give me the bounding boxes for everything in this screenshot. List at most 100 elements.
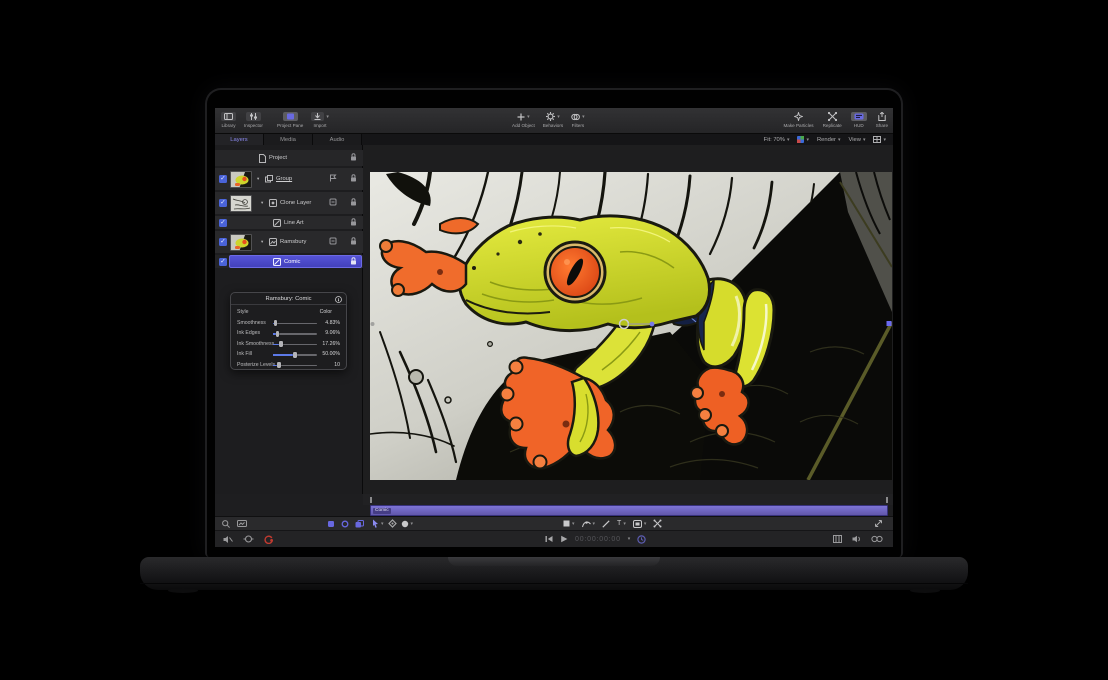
bezier-icon bbox=[582, 520, 591, 528]
layer-row-line-art[interactable]: ✓ Line Art bbox=[215, 216, 363, 229]
layer-row-project[interactable]: Project bbox=[215, 150, 363, 166]
lock-icon[interactable] bbox=[350, 257, 357, 267]
lock-icon[interactable] bbox=[350, 237, 357, 247]
video-timeline-toggle-icon[interactable] bbox=[833, 535, 842, 543]
hud-button[interactable]: HUD bbox=[851, 108, 867, 128]
visibility-checkbox[interactable]: ✓ bbox=[219, 219, 227, 227]
mini-timeline-clip[interactable]: Comic bbox=[370, 505, 888, 516]
disclosure-triangle[interactable]: ▾ bbox=[257, 176, 259, 182]
canvas-artwork[interactable] bbox=[370, 172, 892, 480]
layer-row-ramsbury[interactable]: ✓ ▾ Ramsbury bbox=[215, 231, 363, 253]
motion-app-window: Library Inspector Project Pane bbox=[215, 108, 893, 547]
keyframes-toggle-icon[interactable] bbox=[871, 535, 883, 543]
pan-tool[interactable]: ▾ bbox=[401, 520, 414, 528]
flag-icon[interactable] bbox=[329, 174, 337, 184]
mask-tool[interactable]: ▾ bbox=[633, 520, 647, 528]
lock-icon[interactable] bbox=[350, 218, 357, 228]
ink-smoothness-slider[interactable] bbox=[273, 344, 317, 346]
timecode-menu-chevron[interactable]: ▾ bbox=[628, 536, 631, 542]
media-filter-icon[interactable] bbox=[341, 520, 349, 528]
visibility-checkbox[interactable]: ✓ bbox=[219, 199, 227, 207]
shape-tool[interactable]: ▾ bbox=[563, 520, 575, 527]
posterize-levels-slider[interactable] bbox=[273, 365, 317, 367]
behaviors-button[interactable]: ▾ Behaviors bbox=[543, 108, 563, 128]
rectangle-icon bbox=[563, 520, 570, 527]
previous-frame-button[interactable] bbox=[545, 535, 553, 543]
text-tool[interactable]: T▾ bbox=[617, 520, 626, 527]
canvas-status-bar: Fit: 70%▾ ▾ Render▾ View▾ ▾ bbox=[362, 134, 893, 145]
visibility-checkbox[interactable]: ✓ bbox=[219, 258, 227, 266]
layer-thumbnail bbox=[230, 234, 252, 251]
info-icon[interactable] bbox=[335, 296, 342, 305]
hud-row-ink-edges: Ink Edges 9.06% bbox=[231, 328, 346, 338]
channels-control[interactable]: ▾ bbox=[797, 136, 809, 143]
resize-handle[interactable] bbox=[874, 517, 883, 530]
visibility-checkbox[interactable]: ✓ bbox=[219, 175, 227, 183]
lock-icon[interactable] bbox=[350, 153, 357, 163]
layer-row-clone-layer[interactable]: ✓ ▾ Clone Layer bbox=[215, 192, 363, 214]
style-popup[interactable]: Color bbox=[320, 309, 332, 315]
project-pane-button[interactable]: Project Pane bbox=[277, 108, 303, 128]
group-icon bbox=[265, 175, 273, 183]
disclosure-triangle[interactable]: ▾ bbox=[261, 239, 263, 245]
main-toolbar: Library Inspector Project Pane bbox=[215, 108, 893, 134]
add-object-button[interactable]: ▾ Add Object bbox=[512, 108, 535, 128]
clip-label: Comic bbox=[373, 508, 391, 514]
share-button[interactable]: Share bbox=[876, 108, 888, 128]
gear-icon bbox=[546, 112, 555, 121]
view-menu[interactable]: View▾ bbox=[849, 137, 866, 143]
project-icon bbox=[259, 154, 266, 163]
crop-tool-icon[interactable] bbox=[388, 519, 397, 528]
layer-row-comic[interactable]: ✓ Comic bbox=[215, 255, 363, 268]
audio-mute-icon[interactable] bbox=[223, 535, 233, 544]
play-range-out-marker[interactable] bbox=[886, 497, 888, 503]
line-tool-icon[interactable] bbox=[602, 520, 610, 528]
smoothness-slider[interactable] bbox=[273, 323, 317, 325]
chevron-down-icon: ▾ bbox=[582, 114, 585, 120]
make-particles-button[interactable]: Make Particles bbox=[783, 108, 813, 128]
selection-handle[interactable] bbox=[887, 321, 892, 326]
adjust-3d-tool-icon[interactable] bbox=[653, 519, 662, 528]
canvas-area[interactable] bbox=[363, 145, 893, 494]
visibility-checkbox[interactable]: ✓ bbox=[219, 238, 227, 246]
tab-media[interactable]: Media bbox=[264, 134, 313, 145]
layer-row-group[interactable]: ✓ ▾ Group bbox=[215, 168, 363, 190]
import-button[interactable]: ▾ Import bbox=[311, 108, 329, 128]
audio-filter-icon[interactable] bbox=[355, 520, 364, 528]
image-layer-icon bbox=[269, 238, 277, 246]
preview-toggle-button[interactable] bbox=[237, 517, 247, 530]
timecode-display[interactable]: 00:00:00:00 bbox=[575, 536, 621, 543]
library-button[interactable]: Library bbox=[221, 108, 236, 128]
plus-icon bbox=[517, 113, 525, 121]
audio-timeline-toggle-icon[interactable] bbox=[852, 535, 861, 543]
record-button-icon[interactable] bbox=[264, 535, 273, 544]
ink-fill-slider[interactable] bbox=[273, 354, 317, 356]
layers-filter-icon[interactable] bbox=[327, 520, 335, 528]
lock-icon[interactable] bbox=[350, 198, 357, 208]
timing-toolbar: 00:00:00:00 ▾ bbox=[215, 530, 893, 547]
timeline-ruler[interactable] bbox=[363, 494, 893, 505]
disclosure-triangle[interactable]: ▾ bbox=[261, 200, 263, 206]
lock-icon[interactable] bbox=[350, 174, 357, 184]
project-duration-icon[interactable] bbox=[637, 535, 646, 544]
layer-thumbnail bbox=[230, 171, 252, 188]
play-range-in-marker[interactable] bbox=[370, 497, 372, 503]
hud-panel[interactable]: Ramsbury: Comic Style Color Smoothness 4… bbox=[230, 292, 347, 370]
inspector-button[interactable]: Inspector bbox=[244, 108, 263, 128]
select-tool[interactable]: ▾ bbox=[372, 519, 384, 528]
hud-row-posterize-levels: Posterize Levels 10 bbox=[231, 360, 346, 370]
replicate-icon bbox=[828, 112, 837, 121]
loop-playback-icon[interactable] bbox=[243, 535, 254, 543]
render-menu[interactable]: Render▾ bbox=[817, 137, 841, 143]
mask-icon bbox=[633, 520, 642, 528]
zoom-level-control[interactable]: Fit: 70%▾ bbox=[764, 137, 790, 143]
tab-layers[interactable]: Layers bbox=[215, 134, 264, 145]
search-button[interactable] bbox=[222, 517, 230, 530]
filters-button[interactable]: ▾ Filters bbox=[571, 108, 585, 128]
bezier-tool[interactable]: ▾ bbox=[582, 520, 596, 528]
replicate-button[interactable]: Replicate bbox=[823, 108, 842, 128]
play-button[interactable] bbox=[560, 535, 568, 543]
layout-control[interactable]: ▾ bbox=[873, 136, 886, 143]
tab-audio[interactable]: Audio bbox=[313, 134, 362, 145]
ink-edges-slider[interactable] bbox=[273, 333, 317, 335]
